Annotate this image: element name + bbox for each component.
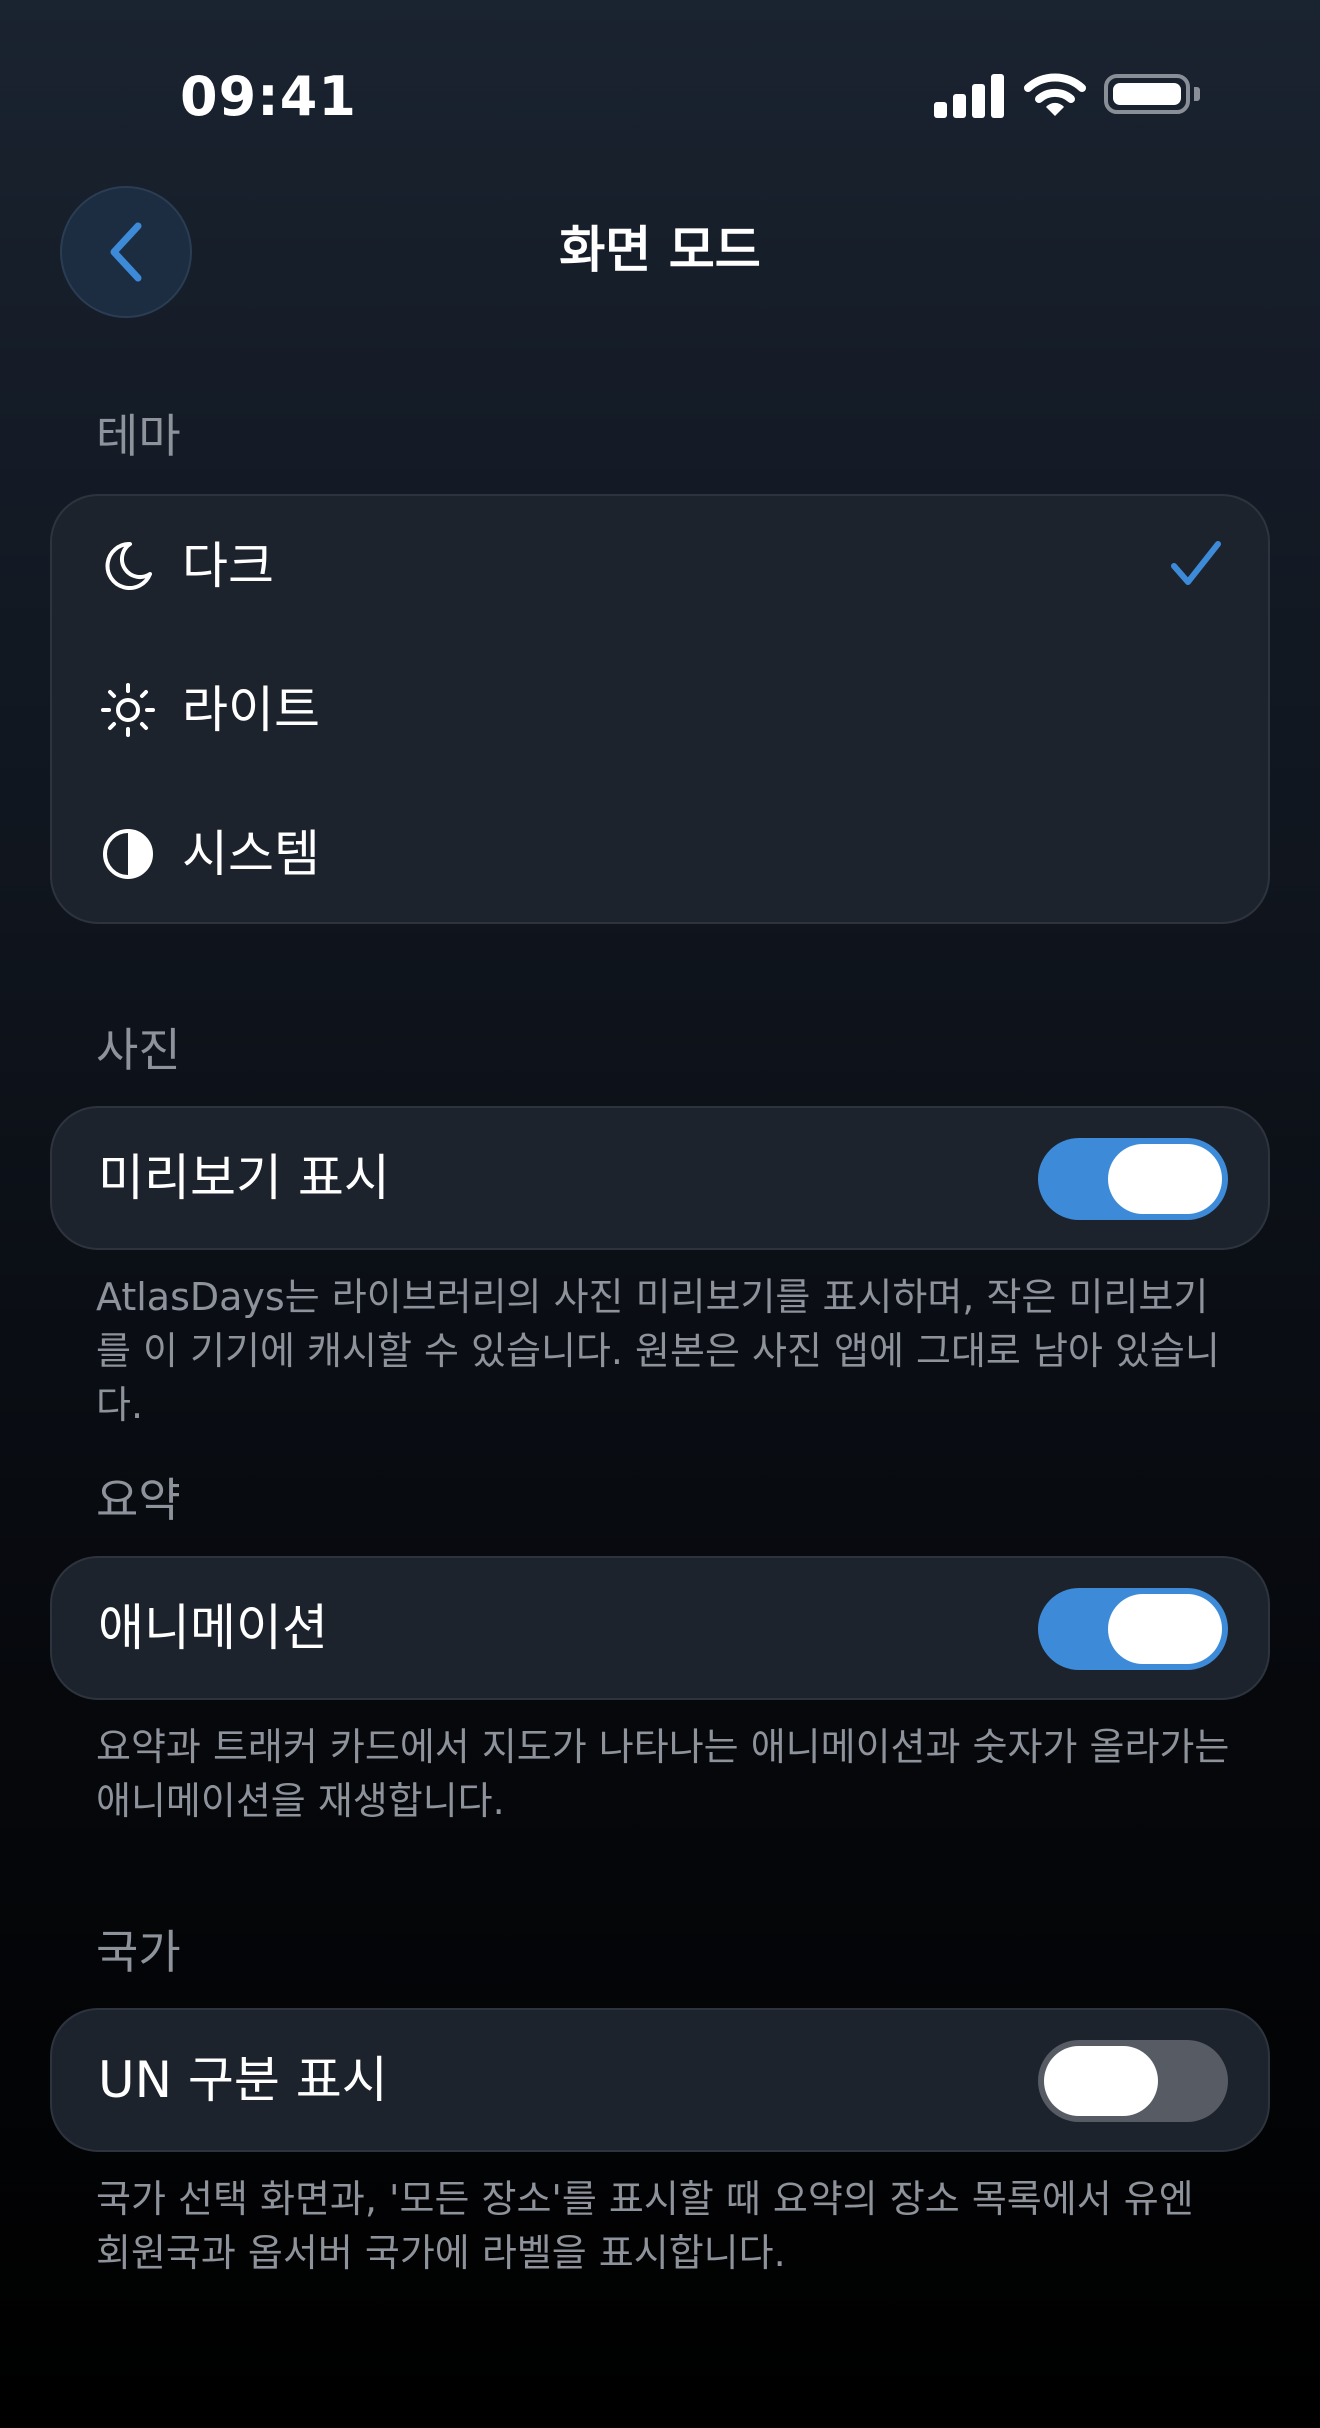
summary-description: 요약과 트래커 카드에서 지도가 나타나는 애니메이션과 숫자가 올라가는 애니… [96, 1725, 1230, 1823]
animation-toggle-row: 애니메이션 [52, 1558, 1268, 1698]
un-toggle[interactable] [1038, 2040, 1228, 2122]
un-toggle-row: UN 구분 표시 [52, 2010, 1268, 2150]
checkmark-icon [1170, 540, 1222, 592]
summary-card: 애니메이션 [50, 1556, 1270, 1700]
battery-icon [1104, 74, 1190, 114]
theme-option-light[interactable]: 라이트 [52, 640, 1268, 780]
theme-card: 다크 라이트 시스템 [50, 494, 1270, 924]
theme-option-label: 시스템 [182, 825, 320, 883]
status-time: 09:41 [180, 65, 357, 128]
toggle-knob [1108, 1144, 1222, 1214]
animation-toggle[interactable] [1038, 1588, 1228, 1670]
theme-option-label: 다크 [182, 537, 274, 595]
section-label-theme: 테마 [96, 409, 181, 463]
preview-toggle-label: 미리보기 표시 [98, 1149, 390, 1207]
page-title: 화면 모드 [559, 221, 761, 279]
preview-toggle[interactable] [1038, 1138, 1228, 1220]
country-card: UN 구분 표시 [50, 2008, 1270, 2152]
section-label-country: 국가 [96, 1925, 181, 1979]
toggle-knob [1044, 2046, 1158, 2116]
theme-option-dark[interactable]: 다크 [52, 496, 1268, 636]
photos-description: AtlasDays는 라이브러리의 사진 미리보기를 표시하며, 작은 미리보기… [96, 1275, 1220, 1427]
wifi-icon [1024, 73, 1086, 116]
toggle-knob [1108, 1594, 1222, 1664]
country-description: 국가 선택 화면과, '모든 장소'를 표시할 때 요약의 장소 목록에서 유엔… [96, 2177, 1194, 2275]
animation-toggle-label: 애니메이션 [98, 1599, 328, 1657]
preview-toggle-row: 미리보기 표시 [52, 1108, 1268, 1248]
moon-icon [98, 536, 158, 596]
un-toggle-label: UN 구분 표시 [98, 2051, 388, 2109]
theme-option-system[interactable]: 시스템 [52, 784, 1268, 924]
section-label-summary: 요약 [96, 1473, 181, 1527]
photos-card: 미리보기 표시 [50, 1106, 1270, 1250]
section-label-photos: 사진 [96, 1023, 181, 1077]
half-circle-icon [98, 824, 158, 884]
sun-icon [98, 680, 158, 740]
theme-option-label: 라이트 [182, 681, 320, 739]
signal-icon [934, 72, 1006, 118]
